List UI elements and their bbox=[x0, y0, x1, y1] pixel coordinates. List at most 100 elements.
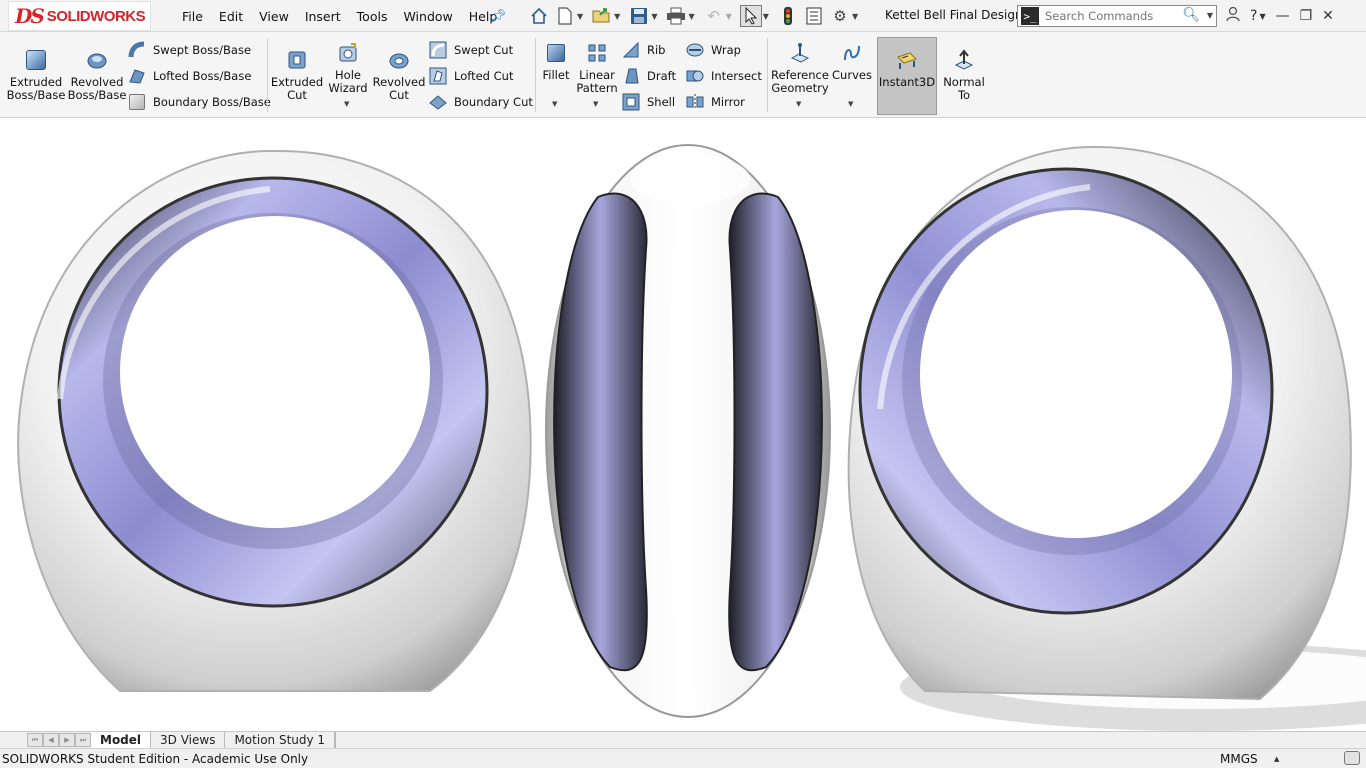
draft-label: Draft bbox=[647, 69, 676, 83]
select-dropdown-icon[interactable]: ▼ bbox=[763, 12, 769, 21]
menu-file[interactable]: File bbox=[174, 9, 211, 24]
bottom-tab-bar: ⏮︎ ◀ ▶ ⏭︎ Model 3D Views Motion Study 1 bbox=[0, 731, 1366, 748]
restore-icon[interactable]: ❐ bbox=[1300, 8, 1313, 24]
minimize-icon[interactable]: — bbox=[1276, 8, 1290, 24]
first-tab-icon[interactable]: ⏮︎ bbox=[27, 733, 43, 747]
boundary-boss-button[interactable]: Boundary Boss/Base bbox=[128, 93, 271, 111]
tab-divider bbox=[335, 732, 337, 748]
curves-button[interactable]: Curves bbox=[832, 41, 872, 82]
rebuild-traffic-light-icon[interactable] bbox=[777, 5, 799, 27]
fillet-button[interactable]: Fillet bbox=[540, 41, 572, 82]
kettlebell-model-render[interactable] bbox=[0, 119, 1366, 731]
reference-geometry-button[interactable]: Reference Geometry bbox=[771, 41, 829, 95]
search-input[interactable] bbox=[1045, 9, 1185, 23]
quick-access-toolbar: ▼ ▼ ▼ ▼ ↶ ▼ ▼ ⚙ ▼ bbox=[528, 0, 862, 32]
search-icon[interactable]: 🔍︎ bbox=[1182, 7, 1200, 23]
search-dropdown-icon[interactable]: ▼ bbox=[1207, 11, 1213, 20]
lofted-cut-button[interactable]: Lofted Cut bbox=[429, 67, 513, 85]
curves-dropdown-icon[interactable]: ▼ bbox=[848, 100, 853, 108]
revolved-cut-button[interactable]: Revolved Cut bbox=[373, 48, 425, 102]
home-icon[interactable] bbox=[528, 5, 550, 27]
linear-pattern-dropdown-icon[interactable]: ▼ bbox=[593, 100, 598, 108]
tab-model[interactable]: Model bbox=[91, 732, 152, 748]
swept-cut-button[interactable]: Swept Cut bbox=[429, 41, 513, 59]
undo-dropdown-icon[interactable]: ▼ bbox=[726, 12, 732, 21]
command-prompt-icon[interactable]: >_ bbox=[1021, 7, 1039, 25]
fillet-label: Fillet bbox=[542, 68, 570, 82]
wrap-button[interactable]: Wrap bbox=[686, 41, 741, 59]
menu-edit[interactable]: Edit bbox=[211, 9, 251, 24]
reference-geometry-label-2: Geometry bbox=[771, 81, 829, 95]
wrap-label: Wrap bbox=[711, 43, 741, 57]
save-dropdown-icon[interactable]: ▼ bbox=[651, 12, 657, 21]
draft-button[interactable]: Draft bbox=[622, 67, 676, 85]
gear-icon[interactable]: ⚙ bbox=[829, 5, 851, 27]
kettlebell-side-view[interactable] bbox=[545, 144, 831, 718]
draft-icon bbox=[622, 67, 640, 85]
swept-cut-label: Swept Cut bbox=[454, 43, 514, 57]
rib-button[interactable]: Rib bbox=[622, 41, 666, 59]
undo-icon[interactable]: ↶ bbox=[703, 5, 725, 27]
lofted-cut-label: Lofted Cut bbox=[454, 69, 514, 83]
next-tab-icon[interactable]: ▶ bbox=[59, 733, 75, 747]
extruded-cut-button[interactable]: Extruded Cut bbox=[271, 48, 323, 102]
kettlebell-front-view[interactable] bbox=[17, 149, 532, 692]
ribbon-separator bbox=[767, 38, 768, 112]
fillet-dropdown-icon[interactable]: ▼ bbox=[552, 100, 557, 108]
print-dropdown-icon[interactable]: ▼ bbox=[688, 12, 694, 21]
graphics-area[interactable] bbox=[0, 119, 1366, 731]
menu-window[interactable]: Window bbox=[395, 9, 460, 24]
close-icon[interactable]: ✕ bbox=[1322, 8, 1334, 24]
rebuild-status-icon[interactable] bbox=[1344, 751, 1360, 765]
select-arrow-icon[interactable] bbox=[739, 5, 762, 27]
intersect-button[interactable]: Intersect bbox=[686, 67, 762, 85]
boundary-cut-icon bbox=[429, 93, 447, 111]
help-dropdown-icon[interactable]: ▼ bbox=[1259, 12, 1265, 21]
kettlebell-iso-view[interactable] bbox=[847, 145, 1352, 701]
logo-text: SOLIDWORKS bbox=[46, 7, 146, 25]
tab-motion-study[interactable]: Motion Study 1 bbox=[225, 732, 336, 748]
shell-icon bbox=[622, 93, 640, 111]
solidworks-logo[interactable]: DS SOLIDWORKS bbox=[8, 1, 151, 31]
new-dropdown-icon[interactable]: ▼ bbox=[577, 12, 583, 21]
status-bar: SOLIDWORKS Student Edition - Academic Us… bbox=[0, 748, 1366, 768]
boundary-cut-button[interactable]: Boundary Cut bbox=[429, 93, 533, 111]
unit-system[interactable]: MMGS bbox=[1220, 752, 1258, 766]
menu-view[interactable]: View bbox=[251, 9, 297, 24]
shell-button[interactable]: Shell bbox=[622, 93, 675, 111]
revolved-boss-icon bbox=[85, 48, 109, 72]
extruded-boss-icon bbox=[24, 48, 48, 72]
open-folder-icon[interactable] bbox=[591, 5, 613, 27]
hole-wizard-dropdown-icon[interactable]: ▼ bbox=[344, 100, 349, 108]
unit-system-dropdown-icon[interactable]: ▲ bbox=[1274, 755, 1279, 763]
tab-navigation: ⏮︎ ◀ ▶ ⏭︎ bbox=[27, 733, 91, 747]
mirror-button[interactable]: Mirror bbox=[686, 93, 745, 111]
boundary-boss-icon bbox=[128, 93, 146, 111]
last-tab-icon[interactable]: ⏭︎ bbox=[75, 733, 91, 747]
swept-boss-button[interactable]: Swept Boss/Base bbox=[128, 41, 251, 59]
open-dropdown-icon[interactable]: ▼ bbox=[614, 12, 620, 21]
reference-geometry-dropdown-icon[interactable]: ▼ bbox=[796, 100, 801, 108]
new-document-icon[interactable] bbox=[554, 5, 576, 27]
save-icon[interactable] bbox=[628, 5, 650, 27]
normal-to-button[interactable]: Normal To bbox=[942, 48, 986, 102]
menu-insert[interactable]: Insert bbox=[297, 9, 349, 24]
revolved-boss-button[interactable]: Revolved Boss/Base bbox=[68, 48, 126, 102]
extruded-boss-button[interactable]: Extruded Boss/Base bbox=[7, 48, 65, 102]
instant3d-label: Instant3D bbox=[878, 75, 936, 89]
previous-tab-icon[interactable]: ◀ bbox=[43, 733, 59, 747]
help-icon[interactable]: ? bbox=[1250, 8, 1257, 24]
hole-wizard-button[interactable]: Hole Wizard bbox=[326, 41, 370, 95]
pin-menu-icon[interactable]: 📌︎ bbox=[490, 9, 507, 24]
print-icon[interactable] bbox=[665, 5, 687, 27]
menu-tools[interactable]: Tools bbox=[349, 9, 396, 24]
boundary-cut-label: Boundary Cut bbox=[454, 95, 533, 109]
tab-3d-views[interactable]: 3D Views bbox=[151, 732, 226, 748]
user-icon[interactable] bbox=[1226, 6, 1240, 26]
linear-pattern-button[interactable]: Linear Pattern bbox=[576, 41, 618, 95]
swept-cut-icon bbox=[429, 41, 447, 59]
file-properties-icon[interactable] bbox=[803, 5, 825, 27]
lofted-boss-button[interactable]: Lofted Boss/Base bbox=[128, 67, 251, 85]
options-dropdown-icon[interactable]: ▼ bbox=[852, 12, 858, 21]
instant3d-button[interactable]: Instant3D bbox=[879, 48, 935, 89]
